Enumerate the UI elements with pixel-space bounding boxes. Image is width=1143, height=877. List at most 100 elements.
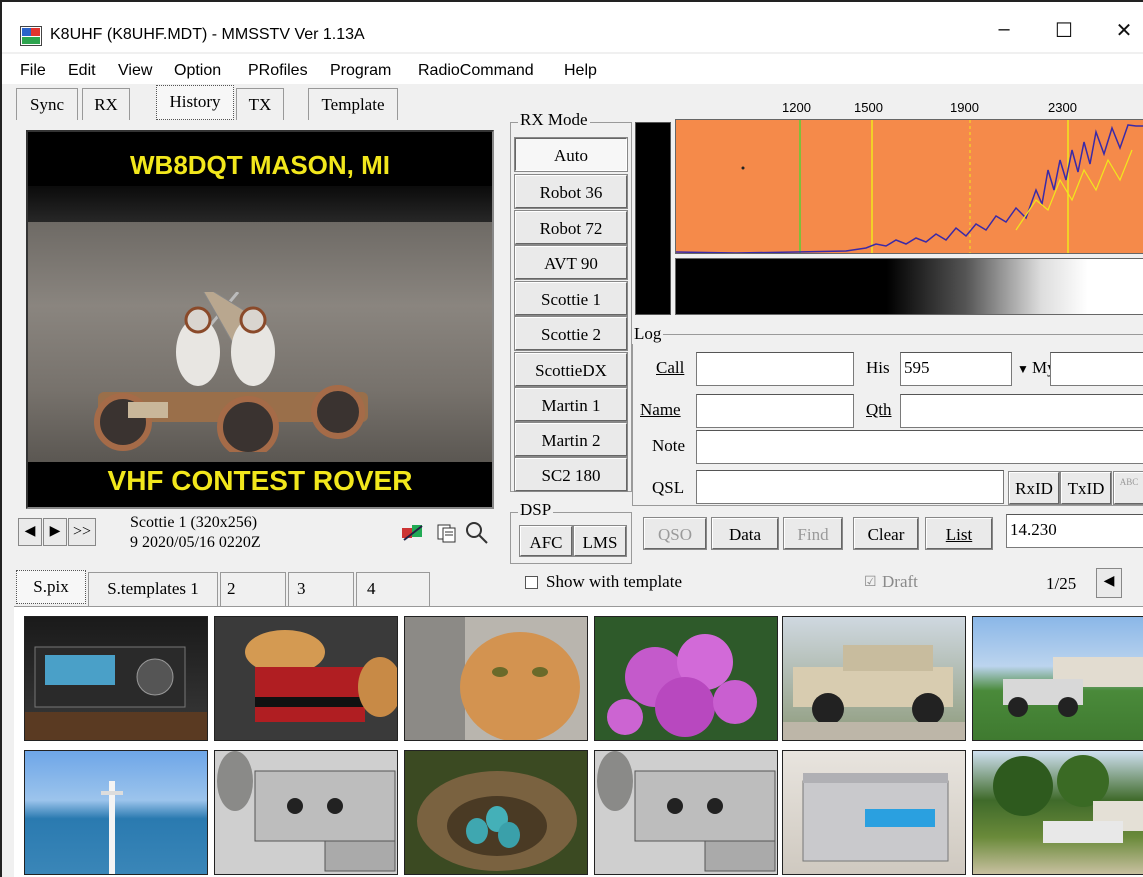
mode-sc2180-button[interactable]: SC2 180: [514, 457, 628, 492]
menu-program[interactable]: Program: [330, 62, 391, 80]
image-sky: [28, 186, 492, 226]
show-with-template-checkbox[interactable]: [525, 576, 538, 589]
clear-button[interactable]: Clear: [853, 517, 919, 550]
frequency-select[interactable]: 14.230: [1006, 514, 1143, 548]
last-image-button[interactable]: >>: [68, 518, 96, 546]
name-label: Name: [640, 400, 681, 419]
mode-scottie1-button[interactable]: Scottie 1: [514, 281, 628, 316]
qth-input[interactable]: [900, 394, 1143, 428]
tab-stemplates-2[interactable]: 2: [220, 572, 286, 606]
tab-tx[interactable]: TX: [236, 88, 284, 120]
qsl-input[interactable]: [696, 470, 1004, 504]
maximize-button[interactable]: ☐: [1044, 18, 1084, 43]
mode-avt90-button[interactable]: AVT 90: [514, 245, 628, 280]
note-label: Note: [652, 436, 686, 455]
mode-robot72-button[interactable]: Robot 72: [514, 210, 628, 245]
copy-icon[interactable]: [436, 522, 458, 544]
mode-martin2-button[interactable]: Martin 2: [514, 422, 628, 457]
tab-rx[interactable]: RX: [82, 88, 130, 120]
mode-scottiedx-button[interactable]: ScottieDX: [514, 352, 628, 387]
image-top-text: WB8DQT MASON, MI: [130, 150, 390, 180]
menu-profiles[interactable]: PRofiles: [248, 62, 308, 80]
tab-history[interactable]: History: [156, 85, 234, 120]
freq-label-1200: 1200: [782, 100, 811, 115]
draft-checkbox-icon[interactable]: ☑: [864, 574, 877, 591]
qth-label: Qth: [866, 400, 892, 419]
tab-stemplates-4[interactable]: 4: [356, 572, 430, 606]
list-button[interactable]: List: [925, 517, 993, 550]
image-mode-info: Scottie 1 (320x256): [130, 514, 258, 531]
lms-button[interactable]: LMS: [573, 525, 627, 557]
tab-sync[interactable]: Sync: [16, 88, 78, 120]
dsp-label: DSP: [518, 500, 554, 520]
call-label: Call: [656, 358, 685, 377]
menu-help[interactable]: Help: [564, 62, 597, 80]
prev-page-button[interactable]: ◀: [1096, 568, 1122, 598]
menu-radiocommand[interactable]: RadioCommand: [418, 62, 534, 80]
radio-transceiver-photo[interactable]: [24, 616, 208, 741]
mode-auto-button[interactable]: Auto: [514, 137, 628, 172]
menu-bar: File Edit View Option PRofiles Program R…: [2, 54, 1143, 84]
bird-nest-eggs-photo[interactable]: [404, 750, 588, 875]
tab-stemplates-1[interactable]: S.templates 1: [88, 572, 218, 606]
qso-button[interactable]: QSO: [643, 517, 707, 550]
minimize-button[interactable]: –: [984, 18, 1024, 41]
abc-button[interactable]: ABC: [1113, 471, 1143, 505]
close-button[interactable]: ✕: [1104, 18, 1143, 43]
freq-label-1900: 1900: [950, 100, 979, 115]
log-label: Log: [632, 324, 664, 344]
note-input[interactable]: [696, 430, 1143, 464]
tab-spix[interactable]: S.pix: [16, 570, 86, 604]
pink-flowers-photo[interactable]: [594, 616, 778, 741]
app-icon: [20, 26, 42, 46]
menu-option[interactable]: Option: [174, 62, 221, 80]
image-bottom-text: VHF CONTEST ROVER: [107, 465, 413, 496]
vintage-radio-2-photo[interactable]: [594, 750, 778, 875]
menu-file[interactable]: File: [20, 62, 46, 80]
send-to-tx-icon[interactable]: [400, 522, 426, 544]
ocean-antenna-photo[interactable]: [24, 750, 208, 875]
call-input[interactable]: [696, 352, 854, 386]
data-button[interactable]: Data: [711, 517, 779, 550]
txid-button[interactable]: TxID: [1060, 471, 1112, 505]
image-date-info: 9 2020/05/16 0220Z: [130, 534, 261, 551]
his-label: His: [866, 358, 890, 377]
his-select[interactable]: 595: [900, 352, 1012, 386]
name-input[interactable]: [696, 394, 854, 428]
truck-camper-photo[interactable]: [972, 616, 1143, 741]
draft-label: Draft: [882, 572, 918, 591]
window-title: K8UHF (K8UHF.MDT) - MMSSTV Ver 1.13A: [50, 26, 365, 43]
show-with-template-label: Show with template: [546, 572, 682, 591]
afc-button[interactable]: AFC: [519, 525, 573, 557]
find-button[interactable]: Find: [783, 517, 843, 550]
trees-camper-photo[interactable]: [972, 750, 1143, 875]
received-image[interactable]: WB8DQT MASON, MI VHF CONTEST ROVER: [26, 130, 494, 509]
cat-on-bag-photo[interactable]: [214, 616, 398, 741]
his-dropdown-icon[interactable]: ▼: [1017, 362, 1029, 377]
menu-edit[interactable]: Edit: [68, 62, 96, 80]
freq-label-2300: 2300: [1048, 100, 1077, 115]
tab-stemplates-3[interactable]: 3: [288, 572, 354, 606]
amplifier-box-photo[interactable]: [782, 750, 966, 875]
next-image-button[interactable]: ▶: [43, 518, 67, 546]
magnify-icon[interactable]: [464, 520, 490, 546]
jeep-photo[interactable]: [782, 616, 966, 741]
tab-template[interactable]: Template: [308, 88, 398, 120]
waterfall-display[interactable]: [675, 258, 1143, 315]
lunar-rover-illustration: [94, 292, 368, 452]
prev-image-button[interactable]: ◀: [18, 518, 42, 546]
level-meter: [635, 122, 671, 315]
my-select[interactable]: [1050, 352, 1143, 386]
menu-view[interactable]: View: [118, 62, 152, 80]
rx-mode-label: RX Mode: [518, 110, 590, 130]
orange-cat-photo[interactable]: [404, 616, 588, 741]
mode-martin1-button[interactable]: Martin 1: [514, 387, 628, 422]
page-counter: 1/25: [1046, 574, 1077, 593]
rxid-button[interactable]: RxID: [1008, 471, 1060, 505]
qsl-label: QSL: [652, 478, 685, 497]
title-bar: K8UHF (K8UHF.MDT) - MMSSTV Ver 1.13A – ☐…: [2, 2, 1143, 52]
mode-robot36-button[interactable]: Robot 36: [514, 174, 628, 209]
mode-scottie2-button[interactable]: Scottie 2: [514, 316, 628, 351]
spectrum-display[interactable]: [675, 119, 1143, 254]
vintage-radio-photo[interactable]: [214, 750, 398, 875]
